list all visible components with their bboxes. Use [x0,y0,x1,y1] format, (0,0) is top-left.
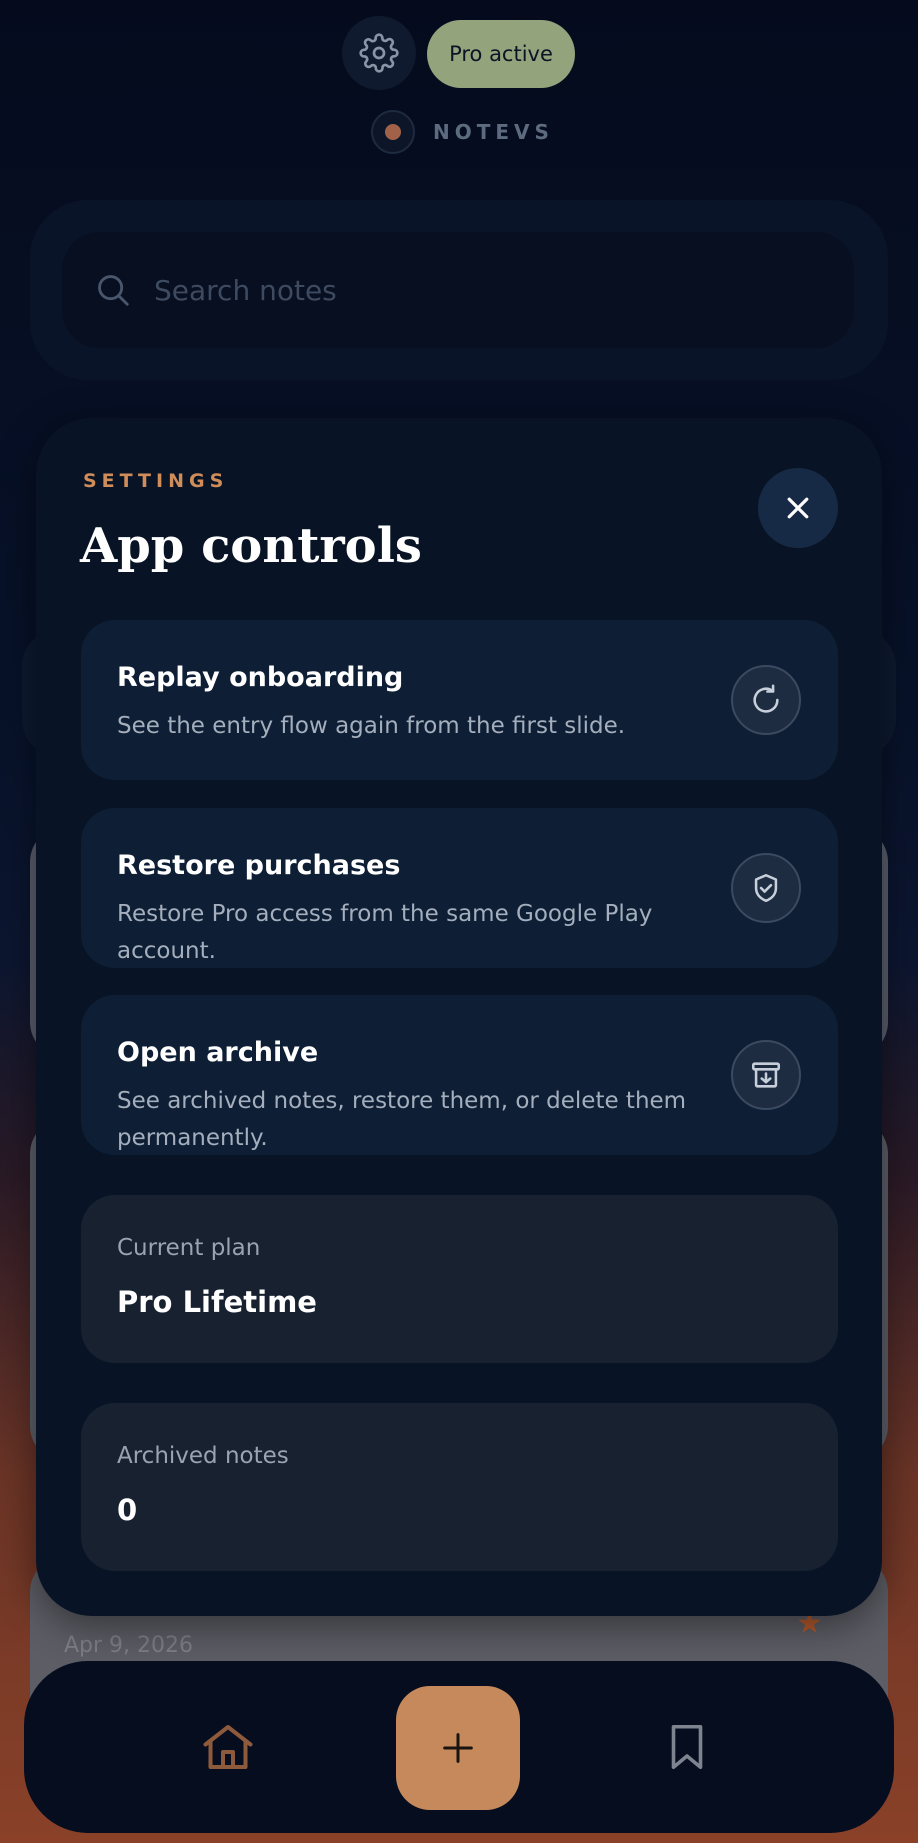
row-title: Restore purchases [117,850,401,881]
stat-label: Archived notes [117,1443,289,1469]
close-icon [787,497,809,519]
row-title: Replay onboarding [117,662,404,693]
add-note-button[interactable] [396,1686,520,1810]
shield-check-icon [731,853,801,923]
bookmarks-button[interactable] [655,1715,719,1779]
search-icon [98,275,129,306]
brand-name: NOTEVS [433,120,554,144]
open-archive-button[interactable]: Open archive See archived notes, restore… [81,995,838,1155]
settings-button[interactable] [342,16,416,90]
restore-purchases-button[interactable]: Restore purchases Restore Pro access fro… [81,808,838,968]
note-date: Apr 9, 2026 [64,1633,194,1658]
row-title: Open archive [117,1037,319,1068]
plus-icon [443,1733,473,1763]
search-input[interactable] [152,272,756,308]
refresh-icon [731,665,801,735]
gear-icon [359,33,399,73]
replay-onboarding-button[interactable]: Replay onboarding See the entry flow aga… [81,620,838,780]
search-bar[interactable] [62,232,854,348]
close-button[interactable] [758,468,838,548]
home-icon [203,1725,253,1769]
stat-value: 0 [117,1493,138,1527]
current-plan-card: Current plan Pro Lifetime [81,1195,838,1363]
home-button[interactable] [196,1715,260,1779]
stat-value: Pro Lifetime [117,1285,317,1319]
brand: NOTEVS [371,108,554,156]
row-description: See archived notes, restore them, or del… [117,1088,687,1151]
bookmark-icon [671,1724,703,1770]
stat-label: Current plan [117,1235,261,1261]
brand-logo-icon [371,110,415,154]
archived-notes-card: Archived notes 0 [81,1403,838,1571]
sheet-title: App controls [80,518,422,574]
sheet-eyebrow: SETTINGS [83,470,229,492]
row-description: Restore Pro access from the same Google … [117,901,653,964]
row-description: See the entry flow again from the first … [117,713,626,739]
pro-status-badge[interactable]: Pro active [427,20,575,88]
archive-icon [731,1040,801,1110]
